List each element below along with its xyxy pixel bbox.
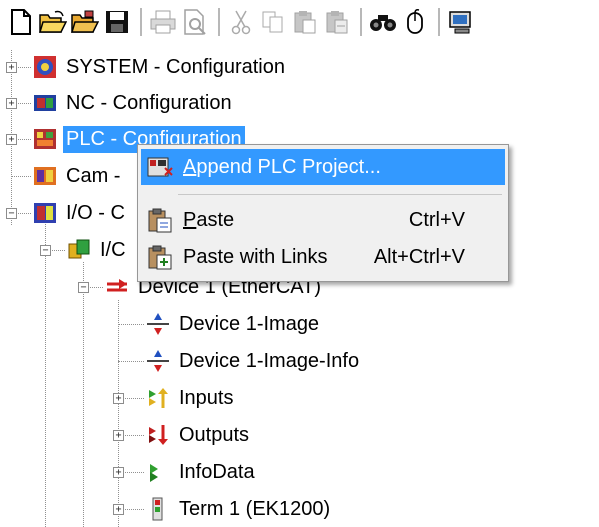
tree-item-label: I/C <box>100 238 126 261</box>
paste-with-links-icon <box>147 244 173 270</box>
tree-item-nc[interactable]: NC - Configuration <box>33 85 235 121</box>
tree-item-label: NC - Configuration <box>66 91 232 114</box>
io-devices-icon <box>67 238 91 262</box>
paste-icon <box>147 207 173 233</box>
collapse-button[interactable]: − <box>40 245 51 256</box>
menu-separator <box>178 194 502 195</box>
tree-item-device1-image-info[interactable]: Device 1-Image-Info <box>146 343 362 379</box>
io-icon <box>33 201 57 225</box>
tree-item-label: Term 1 (EK1200) <box>179 497 331 520</box>
tree-item-label: Cam - <box>66 164 121 187</box>
collapse-button[interactable]: − <box>78 282 89 293</box>
expand-button[interactable]: + <box>6 98 17 109</box>
expand-button[interactable]: + <box>113 467 124 478</box>
save-icon[interactable] <box>102 7 132 37</box>
image-icon <box>146 312 170 336</box>
tree-item-device1-image[interactable]: Device 1-Image <box>146 306 322 342</box>
expand-button[interactable]: + <box>113 504 124 515</box>
collapse-button[interactable]: − <box>6 208 17 219</box>
solution-tree: + + + − − − + + + + SYSTEM - Configurati… <box>0 44 599 527</box>
tree-item-label: InfoData <box>179 460 255 483</box>
tree-connector <box>45 224 46 527</box>
outputs-icon <box>146 423 170 447</box>
expand-button[interactable]: + <box>6 62 17 73</box>
tree-item-infodata[interactable]: InfoData <box>146 454 258 490</box>
paste-icon[interactable] <box>290 7 320 37</box>
tree-connector <box>118 361 144 362</box>
tree-item-cam[interactable]: Cam - <box>33 158 123 194</box>
tree-item-label: SYSTEM - Configuration <box>66 55 285 78</box>
plc-icon <box>33 127 57 151</box>
tree-item-label: Outputs <box>179 423 250 446</box>
print-icon[interactable] <box>148 7 178 37</box>
monitor-icon[interactable] <box>446 7 476 37</box>
context-menu: Append PLC Project... Paste Ctrl+V Paste… <box>137 144 509 282</box>
nc-icon <box>33 91 57 115</box>
tree-connector <box>83 262 84 527</box>
menu-item-label: Paste with Links <box>183 245 328 268</box>
cut-icon[interactable] <box>226 7 256 37</box>
image-info-icon <box>146 349 170 373</box>
tree-item-label: Device 1-Image <box>179 312 320 335</box>
menu-item-paste[interactable]: Paste Ctrl+V <box>141 202 505 238</box>
menu-item-label: Paste <box>183 208 235 231</box>
append-project-icon <box>147 154 173 180</box>
find-icon[interactable] <box>368 7 398 37</box>
paste-with-links-icon[interactable] <box>322 7 352 37</box>
tree-connector <box>11 176 31 177</box>
toolbar <box>0 0 599 44</box>
tree-item-label: Device 1-Image-Info <box>179 349 360 372</box>
tree-item-inputs[interactable]: Inputs <box>146 380 236 416</box>
menu-item-append-plc-project[interactable]: Append PLC Project... <box>141 149 505 185</box>
menu-item-paste-with-links[interactable]: Paste with Links Alt+Ctrl+V <box>141 239 505 275</box>
infodata-icon <box>146 460 170 484</box>
ethercat-icon <box>105 275 129 299</box>
open-icon[interactable] <box>38 7 68 37</box>
new-icon[interactable] <box>6 7 36 37</box>
toolbar-separator <box>218 8 220 36</box>
expand-button[interactable]: + <box>113 430 124 441</box>
mouse-icon[interactable] <box>400 7 430 37</box>
cam-icon <box>33 164 57 188</box>
expand-button[interactable]: + <box>6 134 17 145</box>
system-icon <box>33 55 57 79</box>
toolbar-separator <box>438 8 440 36</box>
tree-item-outputs[interactable]: Outputs <box>146 417 252 453</box>
terminal-icon <box>146 497 170 521</box>
tree-item-label: Inputs <box>179 386 234 409</box>
tree-item-io[interactable]: I/O - C <box>33 195 128 231</box>
open-folder-icon[interactable] <box>70 7 100 37</box>
menu-item-shortcut: Ctrl+V <box>408 208 465 231</box>
tree-connector <box>118 324 144 325</box>
menu-item-shortcut: Alt+Ctrl+V <box>373 245 465 268</box>
menu-item-label: Append PLC Project... <box>183 155 381 178</box>
inputs-icon <box>146 386 170 410</box>
expand-button[interactable]: + <box>113 393 124 404</box>
print-preview-icon[interactable] <box>180 7 210 37</box>
tree-item-term1[interactable]: Term 1 (EK1200) <box>146 491 333 527</box>
copy-icon[interactable] <box>258 7 288 37</box>
tree-item-io-devices[interactable]: I/C <box>67 232 129 268</box>
tree-item-label: I/O - C <box>66 201 125 224</box>
tree-item-system[interactable]: SYSTEM - Configuration <box>33 49 288 85</box>
toolbar-separator <box>360 8 362 36</box>
tree-connector <box>118 300 119 527</box>
toolbar-separator <box>140 8 142 36</box>
